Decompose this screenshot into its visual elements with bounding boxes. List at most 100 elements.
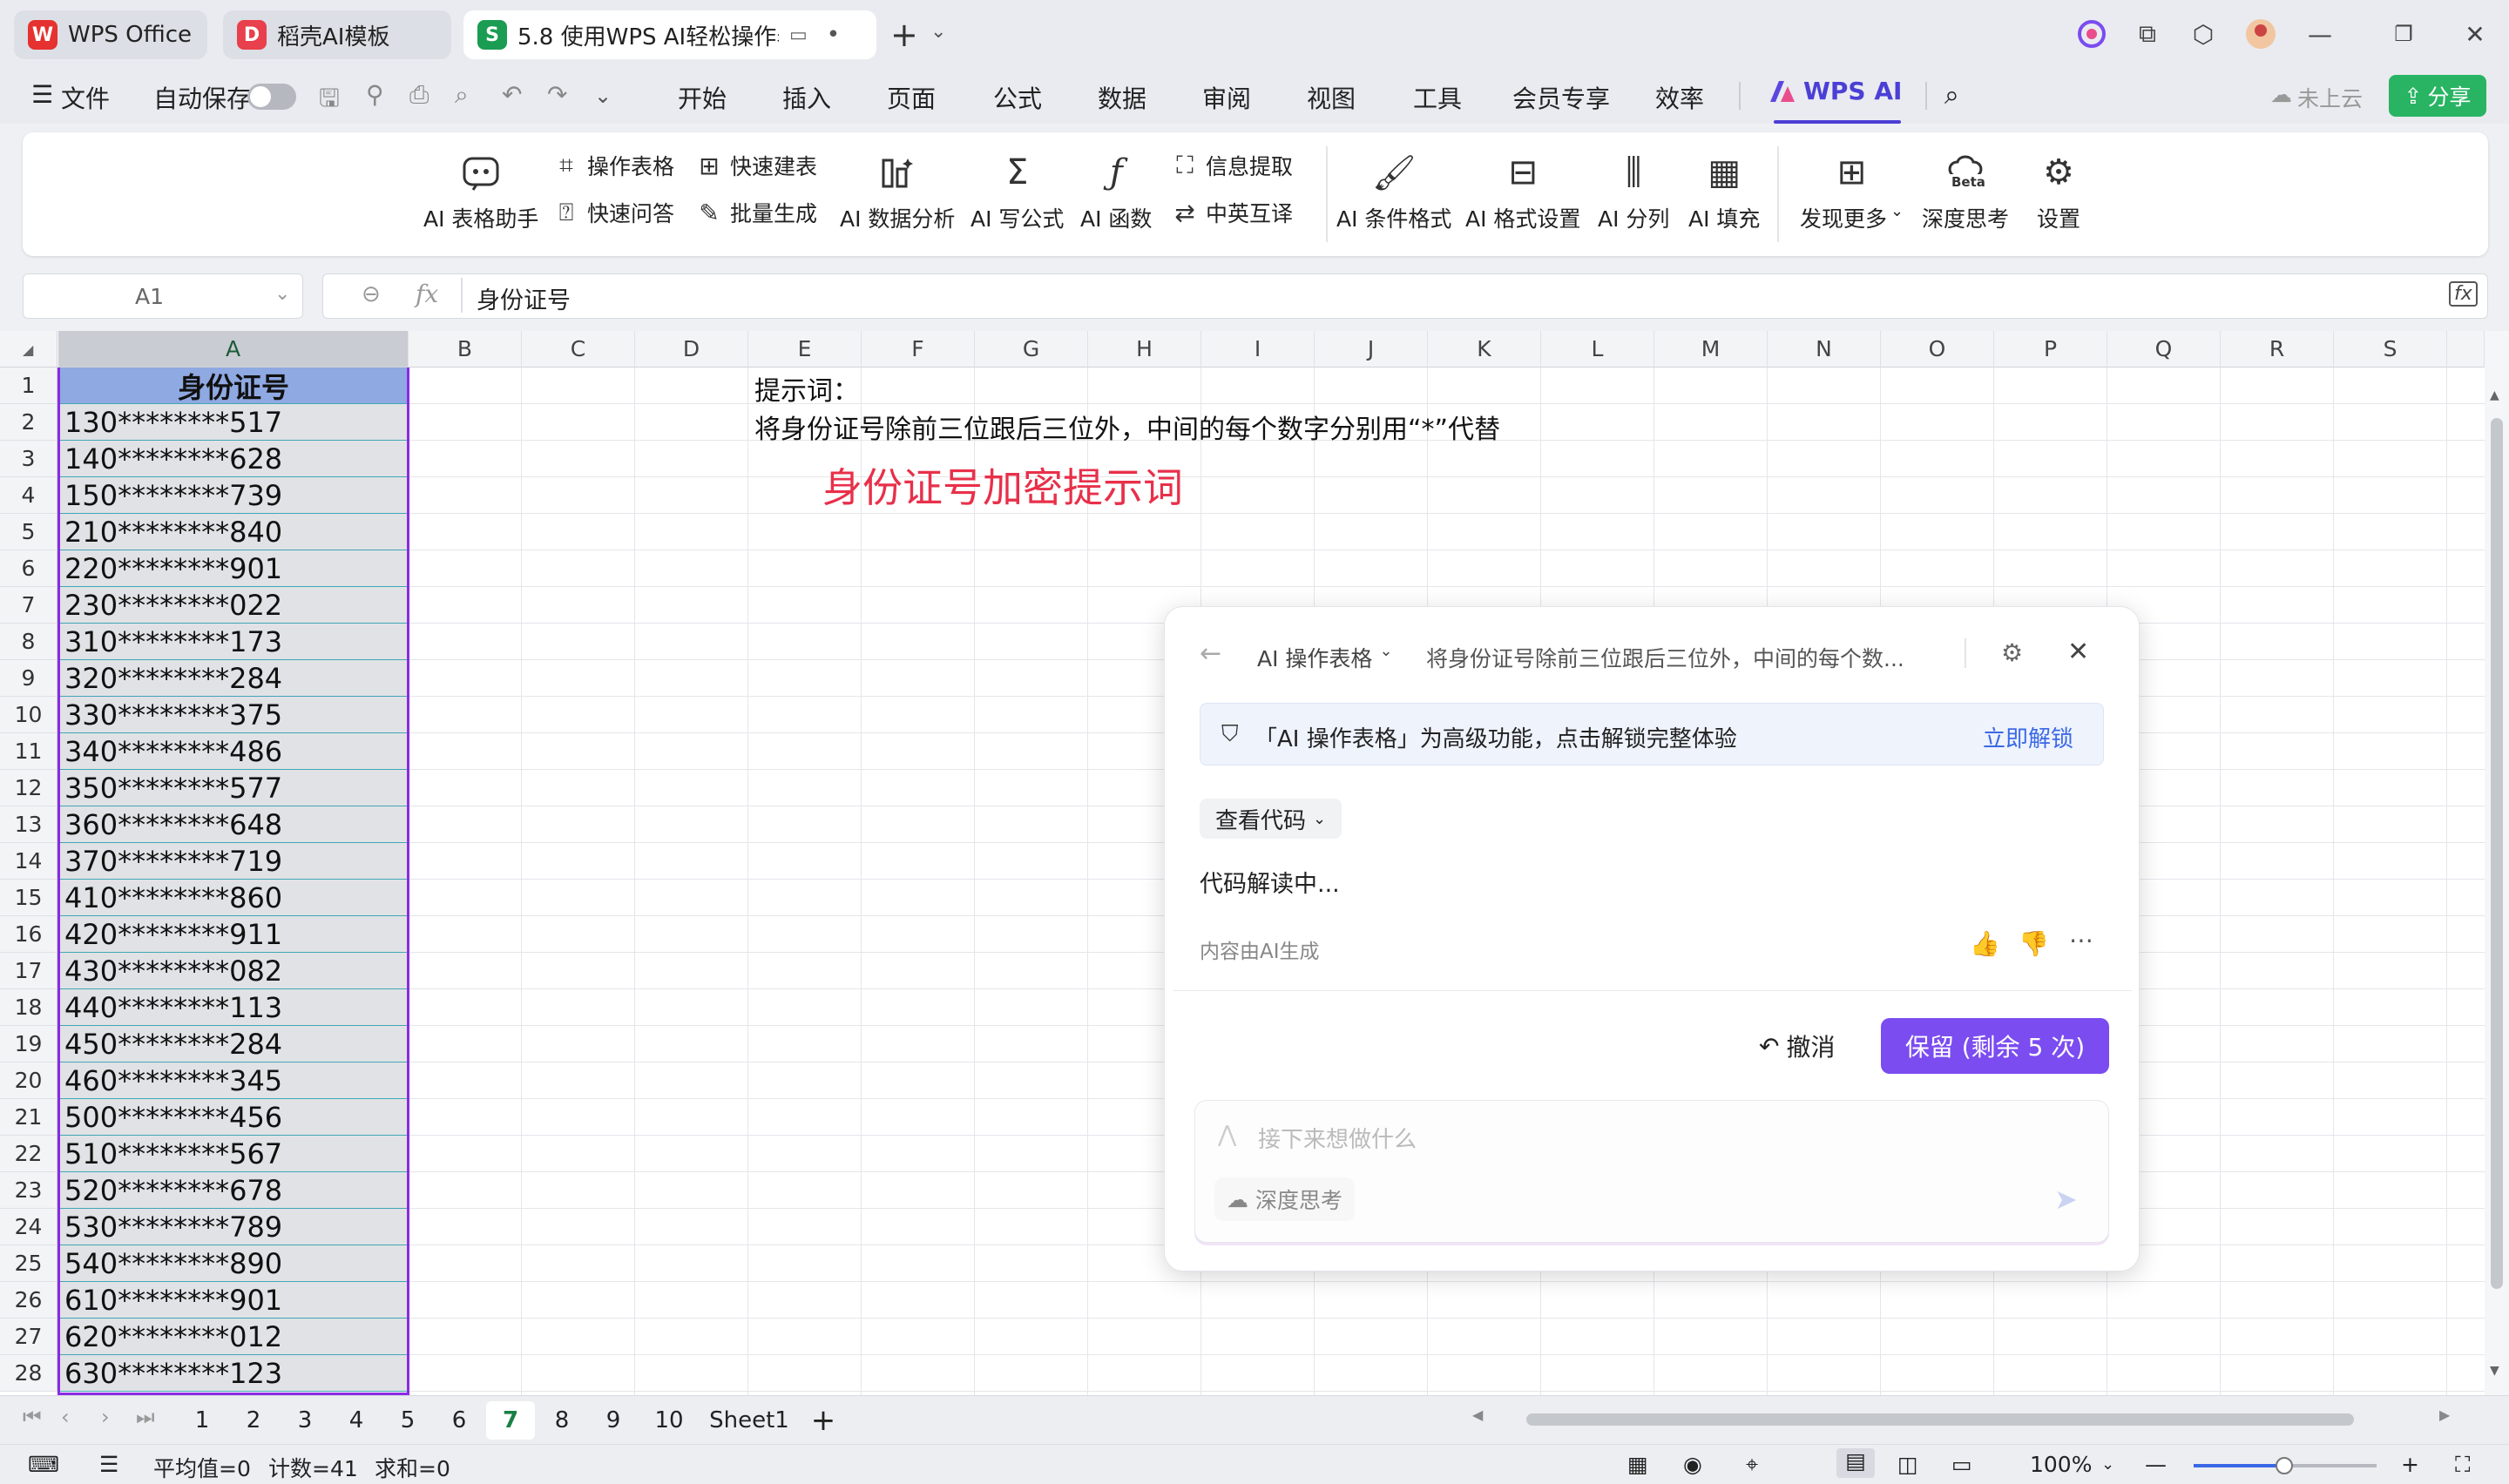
row-header[interactable]: 19: [0, 1026, 57, 1062]
cell-id-value[interactable]: 350********577: [59, 770, 408, 806]
column-header-a[interactable]: A: [58, 331, 409, 368]
quick-build-table-button[interactable]: ⊞ 快速建表: [695, 150, 817, 181]
table-view-icon[interactable]: ▦: [1627, 1452, 1648, 1477]
select-all-corner[interactable]: ◢: [0, 331, 57, 368]
zoom-formula-icon[interactable]: ⊖: [362, 281, 381, 307]
cell-id-value[interactable]: 460********345: [59, 1062, 408, 1099]
row-header[interactable]: 25: [0, 1245, 57, 1282]
column-header-c[interactable]: C: [522, 331, 635, 368]
horizontal-scroll-thumb[interactable]: [1526, 1413, 2354, 1426]
menu-file[interactable]: 文件: [61, 80, 110, 115]
last-sheet-icon[interactable]: ⏭: [136, 1405, 155, 1429]
cell-id-value[interactable]: 620********012: [59, 1319, 408, 1355]
new-tab-button[interactable]: +: [890, 16, 918, 54]
row-header[interactable]: 8: [0, 624, 57, 660]
sheet-tab-10[interactable]: 10: [640, 1401, 698, 1440]
cell-id-value[interactable]: 500********456: [59, 1099, 408, 1136]
close-window-icon[interactable]: ✕: [2458, 17, 2492, 51]
row-header[interactable]: 24: [0, 1209, 57, 1245]
menu-tools[interactable]: 工具: [1413, 80, 1462, 115]
sheet-tab-7[interactable]: 7: [486, 1401, 535, 1440]
quick-access-chevron-icon[interactable]: ⌄: [594, 84, 612, 108]
ai-split-column-button[interactable]: ⫼ AI 分列: [1598, 152, 1669, 233]
unlock-link[interactable]: 立即解锁: [1983, 721, 2073, 753]
mode-selector[interactable]: AI 操作表格 ⌄: [1257, 642, 1393, 673]
row-header[interactable]: 12: [0, 770, 57, 806]
menu-review[interactable]: 审阅: [1202, 80, 1251, 115]
tab-wps-office[interactable]: W WPS Office: [14, 10, 207, 59]
row-header[interactable]: 23: [0, 1172, 57, 1209]
column-header-s[interactable]: S: [2334, 331, 2447, 368]
column-header-o[interactable]: O: [1881, 331, 1994, 368]
cell-id-value[interactable]: 310********173: [59, 624, 408, 660]
vertical-scrollbar[interactable]: ▲ ▼: [2485, 331, 2509, 1395]
cell-id-value[interactable]: 420********911: [59, 916, 408, 953]
zoom-out-icon[interactable]: —: [2145, 1452, 2167, 1477]
print-icon[interactable]: ⎙: [409, 80, 429, 110]
minimize-icon[interactable]: —: [2303, 17, 2337, 51]
column-header-j[interactable]: J: [1315, 331, 1428, 368]
print-preview-icon[interactable]: ⌕: [455, 80, 469, 110]
cell-id-value[interactable]: 340********486: [59, 733, 408, 770]
chat-input-box[interactable]: ⋀ 接下来想做什么 ☁ 深度思考 ➤: [1194, 1100, 2109, 1243]
row-header[interactable]: 6: [0, 550, 57, 587]
autosave-toggle[interactable]: [247, 84, 296, 110]
column-header-b[interactable]: B: [409, 331, 522, 368]
fx-icon[interactable]: fx: [416, 280, 438, 308]
hscroll-left-icon[interactable]: ◀: [1472, 1406, 1483, 1423]
eye-protection-icon[interactable]: ◉: [1683, 1452, 1702, 1477]
hamburger-icon[interactable]: ☰: [31, 80, 53, 109]
cell-id-value[interactable]: 540********890: [59, 1245, 408, 1282]
batch-generate-button[interactable]: ✎ 批量生成: [695, 197, 817, 228]
scroll-down-icon[interactable]: ▼: [2490, 1364, 2499, 1378]
sheet-tab-3[interactable]: 3: [281, 1401, 329, 1440]
menu-wps-ai[interactable]: WPS AI: [1768, 77, 1902, 105]
cell-id-value[interactable]: 360********648: [59, 806, 408, 843]
row-header[interactable]: 7: [0, 587, 57, 624]
cell-id-value[interactable]: 520********678: [59, 1172, 408, 1209]
sheet-tab-6[interactable]: 6: [435, 1401, 484, 1440]
zoom-chevron-icon[interactable]: ⌄: [2101, 1455, 2114, 1474]
quick-qa-button[interactable]: ⍰ 快速问答: [552, 197, 674, 228]
menu-insert[interactable]: 插入: [782, 80, 831, 115]
menu-formula[interactable]: 公式: [993, 80, 1042, 115]
vertical-scroll-thumb[interactable]: [2491, 418, 2503, 1289]
view-code-button[interactable]: 查看代码 ⌄: [1200, 799, 1342, 839]
ai-format-setting-button[interactable]: ⊟ AI 格式设置: [1465, 152, 1580, 233]
scroll-up-icon[interactable]: ▲: [2490, 388, 2499, 402]
first-sheet-icon[interactable]: ⏮: [23, 1405, 42, 1429]
menu-view[interactable]: 视图: [1307, 80, 1356, 115]
row-header[interactable]: 20: [0, 1062, 57, 1099]
column-header-d[interactable]: D: [635, 331, 748, 368]
row-header[interactable]: 4: [0, 477, 57, 514]
thumbs-up-icon[interactable]: 👍: [1970, 929, 2000, 958]
normal-view-icon[interactable]: ▤: [1836, 1448, 1875, 1478]
discover-more-button[interactable]: ⊞ 发现更多 ⌄: [1800, 152, 1904, 233]
row-header[interactable]: 15: [0, 880, 57, 916]
ai-table-assistant-button[interactable]: AI 表格助手: [423, 152, 538, 233]
column-header-p[interactable]: P: [1994, 331, 2107, 368]
more-icon[interactable]: ⋯: [2069, 926, 2093, 954]
row-header[interactable]: 27: [0, 1319, 57, 1355]
macro-icon[interactable]: ⌨: [28, 1452, 59, 1477]
zoom-in-icon[interactable]: +: [2401, 1452, 2419, 1477]
tab-close-dot-icon[interactable]: •: [827, 22, 840, 48]
row-header[interactable]: 26: [0, 1282, 57, 1319]
tab-current-document[interactable]: S 5.8 使用WPS AI轻松操作表格 ▭ •: [463, 10, 876, 59]
row-header[interactable]: 21: [0, 1099, 57, 1136]
sheet-tab-9[interactable]: 9: [589, 1401, 638, 1440]
cell-id-value[interactable]: 370********719: [59, 843, 408, 880]
cell-id-value[interactable]: 230********022: [59, 587, 408, 624]
page-break-icon[interactable]: ▭: [1951, 1452, 1972, 1477]
send-icon[interactable]: ➤: [2054, 1183, 2078, 1216]
save-icon[interactable]: 🖫: [319, 80, 340, 122]
cell-id-value[interactable]: 220********901: [59, 550, 408, 587]
row-header[interactable]: 10: [0, 697, 57, 733]
share-link-icon[interactable]: ⚲: [366, 80, 384, 109]
column-header-e[interactable]: E: [748, 331, 862, 368]
cell-id-value[interactable]: 510********567: [59, 1136, 408, 1172]
close-icon[interactable]: ✕: [2067, 637, 2089, 667]
sheet-tab-2[interactable]: 2: [229, 1401, 278, 1440]
zoom-level[interactable]: 100%: [2030, 1452, 2092, 1477]
column-header-n[interactable]: N: [1768, 331, 1881, 368]
